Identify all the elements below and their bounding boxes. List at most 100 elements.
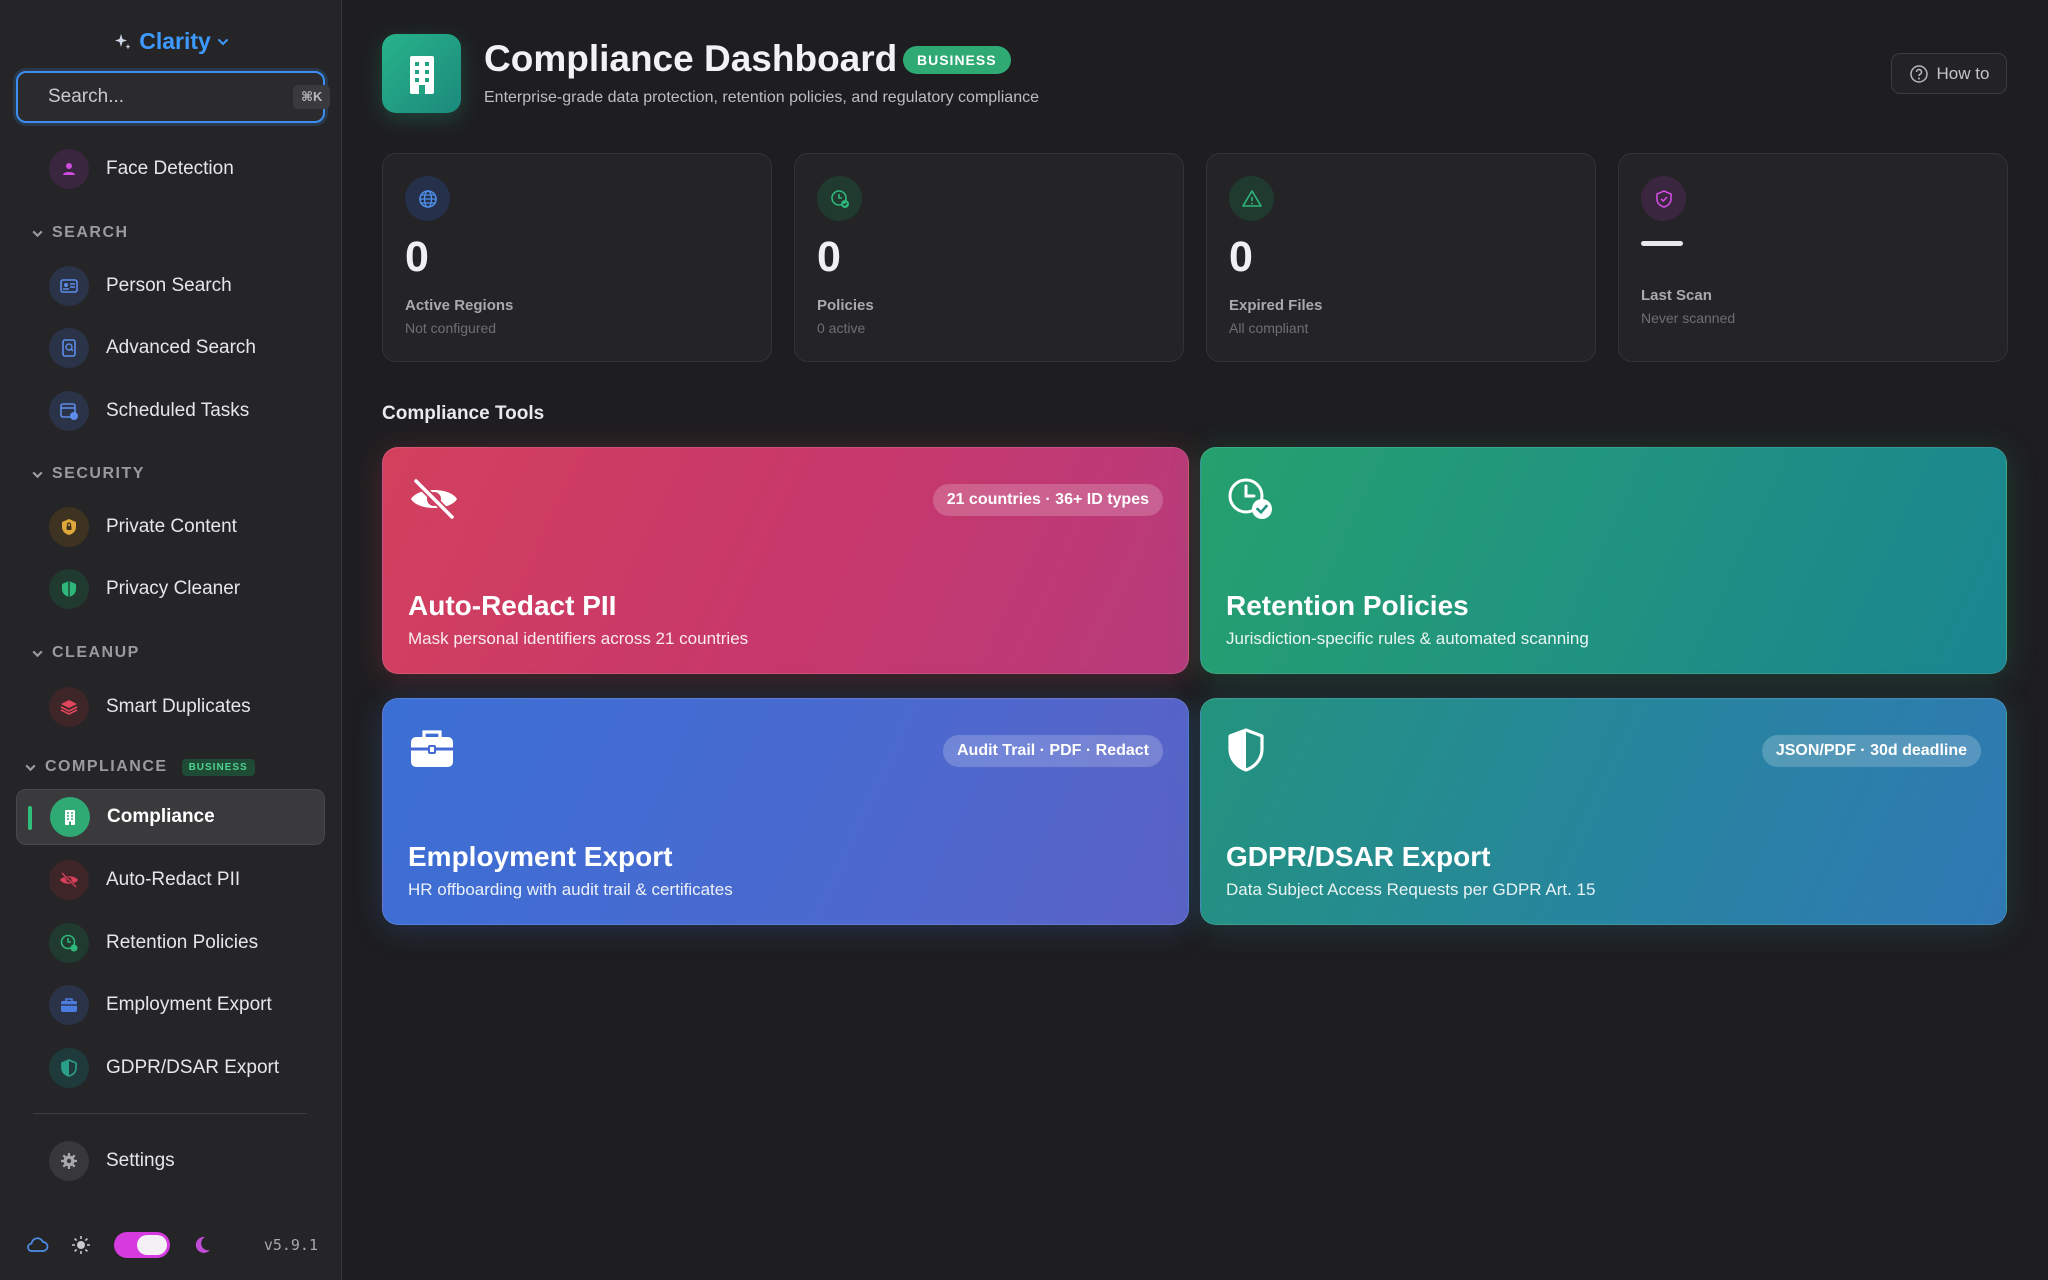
chevron-down-icon (217, 38, 228, 45)
layers-icon (49, 687, 89, 727)
tool-title: Retention Policies (1226, 590, 1469, 621)
sidebar-item-face-detection[interactable]: Face Detection (16, 141, 325, 197)
lock-shield-icon (49, 507, 89, 547)
tool-card-employment[interactable]: Audit Trail · PDF · Redact Employment Ex… (382, 698, 1189, 925)
clock-check-icon (49, 923, 89, 963)
tool-title: GDPR/DSAR Export (1226, 841, 1491, 872)
sidebar-divider (33, 1113, 307, 1114)
search-input[interactable] (48, 86, 293, 108)
shield-icon (49, 569, 89, 609)
sidebar-item-label: Retention Policies (106, 932, 259, 953)
stat-sub: 0 active (817, 320, 866, 336)
search-shortcut: ⌘K (293, 85, 331, 109)
stat-value: 0 (405, 233, 429, 281)
moon-icon[interactable] (192, 1235, 212, 1255)
sidebar-item-label: Person Search (106, 275, 232, 296)
sidebar-item-settings[interactable]: Settings (16, 1133, 325, 1189)
tool-card-auto-redact[interactable]: 21 countries · 36+ ID types Auto-Redact … (382, 447, 1189, 674)
chevron-down-icon (32, 230, 43, 237)
gear-icon (49, 1141, 89, 1181)
document-search-icon (49, 328, 89, 368)
person-icon (49, 149, 89, 189)
business-badge: BUSINESS (903, 46, 1011, 74)
tool-tag: JSON/PDF · 30d deadline (1761, 735, 1981, 767)
section-cleanup[interactable]: CLEANUP (31, 644, 140, 662)
stat-value: 0 (817, 233, 841, 281)
section-compliance[interactable]: COMPLIANCE BUSINESS (24, 758, 255, 776)
sidebar-item-label: Privacy Cleaner (106, 578, 241, 599)
globe-icon (405, 176, 450, 221)
stat-label: Expired Files (1229, 297, 1323, 314)
section-search[interactable]: SEARCH (31, 224, 129, 242)
sun-icon[interactable] (70, 1234, 92, 1256)
sidebar-item-label: Face Detection (106, 158, 234, 179)
sidebar-item-advanced-search[interactable]: Advanced Search (16, 320, 325, 376)
section-label: CLEANUP (52, 644, 140, 661)
business-badge: BUSINESS (181, 758, 255, 776)
sidebar-item-gdpr[interactable]: GDPR/DSAR Export (16, 1040, 325, 1096)
stat-label: Last Scan (1641, 287, 1712, 304)
briefcase-icon (49, 985, 89, 1025)
brand-switcher[interactable]: Clarity (0, 28, 342, 55)
stat-sub: Never scanned (1641, 310, 1736, 326)
sidebar-item-label: Compliance (107, 806, 215, 827)
building-icon (382, 34, 461, 113)
cloud-icon[interactable] (24, 1235, 50, 1255)
sidebar-item-compliance[interactable]: Compliance (16, 789, 325, 845)
stat-sub: All compliant (1229, 320, 1309, 336)
sidebar-item-scheduled-tasks[interactable]: Scheduled Tasks (16, 383, 325, 439)
how-to-button[interactable]: How to (1891, 53, 2007, 94)
page-subtitle: Enterprise-grade data protection, retent… (484, 89, 1039, 106)
stat-card-active-regions: 0 Active Regions Not configured (382, 153, 772, 362)
section-label: SEARCH (52, 224, 129, 241)
chevron-down-icon (32, 650, 43, 657)
tool-card-retention[interactable]: Retention Policies Jurisdiction-specific… (1200, 447, 2007, 674)
chevron-down-icon (25, 764, 36, 771)
sparkle-icon (115, 33, 131, 49)
sidebar-item-privacy-cleaner[interactable]: Privacy Cleaner (16, 561, 325, 617)
section-title: Compliance Tools (382, 403, 545, 424)
chevron-down-icon (32, 471, 43, 478)
search-box[interactable]: ⌘K (16, 71, 331, 123)
sidebar-item-label: Scheduled Tasks (106, 400, 250, 421)
sidebar-item-employment[interactable]: Employment Export (16, 977, 325, 1033)
eye-slash-icon (411, 477, 457, 521)
clock-check-icon (1228, 478, 1272, 519)
stat-label: Active Regions (405, 297, 514, 314)
theme-toggle[interactable] (114, 1232, 170, 1258)
section-security[interactable]: SECURITY (31, 465, 145, 483)
sidebar-item-label: Employment Export (106, 994, 272, 1015)
shield-half-icon (1228, 728, 1264, 772)
sidebar-item-person-search[interactable]: Person Search (16, 258, 325, 314)
eye-slash-icon (49, 860, 89, 900)
sidebar-item-label: Auto-Redact PII (106, 869, 241, 890)
section-label: COMPLIANCE (45, 758, 168, 775)
stat-card-last-scan: Last Scan Never scanned (1618, 153, 2008, 362)
sidebar-item-retention[interactable]: Retention Policies (16, 915, 325, 971)
tool-card-gdpr[interactable]: JSON/PDF · 30d deadline GDPR/DSAR Export… (1200, 698, 2007, 925)
clock-check-icon (817, 176, 862, 221)
brand-name: Clarity (139, 28, 211, 54)
sidebar-item-label: Private Content (106, 516, 237, 537)
sidebar-item-label: Smart Duplicates (106, 696, 251, 717)
building-icon (50, 797, 90, 837)
tool-description: Data Subject Access Requests per GDPR Ar… (1226, 880, 1596, 899)
how-to-label: How to (1936, 63, 1990, 83)
sidebar: Clarity ⌘K Face Detection SEARCH Person … (0, 0, 342, 1280)
page-title: Compliance Dashboard (484, 38, 898, 79)
shield-half-icon (49, 1048, 89, 1088)
tool-description: HR offboarding with audit trail & certif… (408, 880, 733, 899)
id-card-icon (49, 266, 89, 306)
sidebar-item-private-content[interactable]: Private Content (16, 499, 325, 555)
sidebar-footer: v5.9.1 (0, 1210, 342, 1280)
sidebar-item-auto-redact[interactable]: Auto-Redact PII (16, 852, 325, 908)
tool-description: Mask personal identifiers across 21 coun… (408, 629, 749, 648)
sidebar-item-label: Settings (106, 1150, 175, 1171)
stat-sub: Not configured (405, 320, 497, 336)
stat-card-expired-files: 0 Expired Files All compliant (1206, 153, 1596, 362)
warning-icon (1229, 176, 1274, 221)
stat-value: 0 (1229, 233, 1253, 281)
sidebar-item-smart-duplicates[interactable]: Smart Duplicates (16, 679, 325, 735)
tool-description: Jurisdiction-specific rules & automated … (1226, 629, 1589, 648)
app-version: v5.9.1 (263, 1236, 318, 1254)
